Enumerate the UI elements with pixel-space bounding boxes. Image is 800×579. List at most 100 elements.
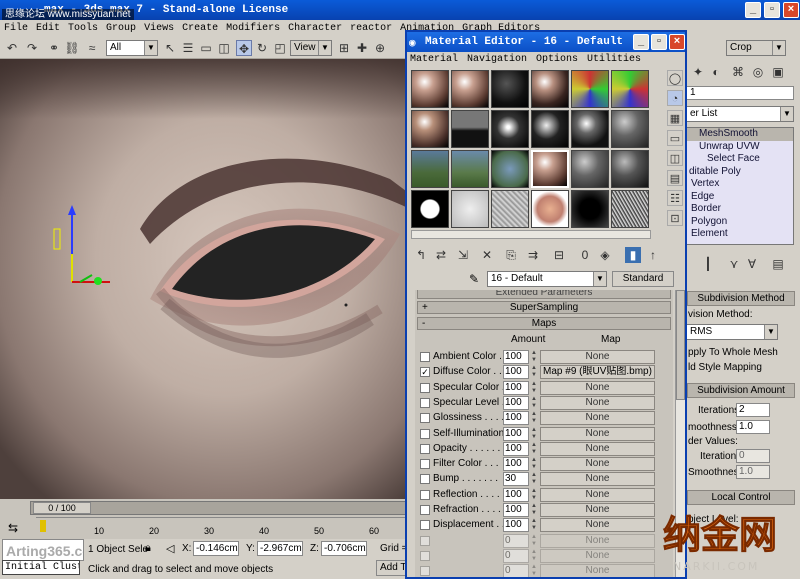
rotate-icon[interactable]: ↻ (254, 40, 270, 56)
material-sample-slot[interactable] (611, 70, 649, 108)
map-slot-button[interactable]: None (540, 487, 655, 502)
map-enable-checkbox[interactable] (420, 397, 430, 408)
map-amount-field[interactable]: 100 (503, 395, 529, 410)
maps-rollout[interactable]: - Maps (417, 317, 671, 330)
material-sample-slot[interactable] (531, 150, 569, 188)
map-amount-field[interactable]: 100 (503, 350, 529, 364)
subdivision-method-rollout[interactable]: Subdivision Method (687, 291, 795, 306)
scrollbar-thumb[interactable] (676, 290, 685, 400)
material-sample-slot[interactable] (611, 150, 649, 188)
show-end-result-icon[interactable]: ▮ (625, 247, 641, 263)
backlight-icon[interactable]: ◔ (667, 90, 683, 106)
map-amount-field[interactable]: 100 (503, 426, 529, 441)
modify-tab-icon[interactable]: ◐ (708, 64, 724, 80)
amount-spinner-icon[interactable]: ▲ ▼ (530, 488, 538, 502)
stack-item[interactable]: Vertex (687, 178, 793, 191)
make-unique-icon[interactable]: ∀ (744, 256, 760, 272)
map-slot-button[interactable]: None (540, 350, 655, 364)
map-amount-field[interactable]: 100 (503, 380, 529, 395)
close-button[interactable]: × (783, 2, 799, 18)
pick-material-icon[interactable]: ✎ (469, 272, 479, 286)
map-amount-field[interactable]: 100 (503, 487, 529, 502)
material-sample-slot[interactable] (571, 110, 609, 148)
map-amount-field[interactable]: 0 (503, 533, 529, 548)
map-slot-button[interactable]: None (540, 518, 655, 533)
pivot-icon[interactable]: ⊞ (336, 40, 352, 56)
motion-tab-icon[interactable]: ◎ (750, 64, 766, 80)
sample-slots-scrollbar[interactable] (411, 230, 651, 239)
stack-item[interactable]: Select Face (687, 153, 793, 166)
minimize-button[interactable]: _ (745, 2, 761, 18)
material-sample-slot[interactable] (611, 110, 649, 148)
menu-views[interactable]: Views (144, 23, 174, 34)
display-tab-icon[interactable]: ▣ (770, 64, 786, 80)
snap-icon[interactable]: ⊕ (372, 40, 388, 56)
y-coordinate-field[interactable]: -2.967cm (257, 541, 303, 556)
map-slot-button[interactable]: None (540, 472, 655, 487)
material-name-dropdown[interactable]: 16 - Default ▼ (487, 271, 607, 287)
menu-create[interactable]: Create (182, 23, 218, 34)
time-slider[interactable]: 0 / 100 (30, 501, 410, 515)
material-sample-slot[interactable] (451, 150, 489, 188)
material-sample-slot[interactable] (611, 190, 649, 228)
amount-spinner-icon[interactable]: ▲ ▼ (530, 411, 538, 425)
options-icon[interactable]: ☷ (667, 190, 683, 206)
selection-filter-dropdown[interactable]: All ▼ (106, 40, 158, 56)
map-enable-checkbox[interactable] (420, 443, 430, 454)
configure-sets-icon[interactable]: ▤ (770, 256, 786, 272)
copy-material-icon[interactable]: ⎘ (503, 247, 519, 263)
map-amount-field[interactable]: 100 (503, 365, 529, 380)
x-coordinate-field[interactable]: -0.146cm (193, 541, 239, 556)
undo-icon[interactable]: ↶ (4, 40, 20, 56)
ref-coord-dropdown[interactable]: View ▼ (290, 40, 332, 56)
amount-spinner-icon[interactable]: ▲ ▼ (530, 564, 538, 577)
render-smoothness-field[interactable]: 1.0 (736, 465, 770, 479)
time-ruler[interactable]: 10 20 30 40 50 60 (36, 517, 410, 536)
lock-icon[interactable]: 🔒︎ (145, 542, 151, 555)
map-amount-field[interactable]: 100 (503, 503, 529, 517)
stack-item[interactable]: Polygon (687, 216, 793, 229)
me-minimize-button[interactable]: _ (633, 34, 649, 50)
maxscript-listener-field[interactable]: Initial Clust (2, 560, 80, 575)
me-close-button[interactable]: × (669, 34, 685, 50)
select-by-name-icon[interactable]: ☰ (180, 40, 196, 56)
map-amount-field[interactable]: 30 (503, 472, 529, 487)
region-select-icon[interactable]: ▭ (198, 40, 214, 56)
object-name-field[interactable]: 1 (686, 86, 794, 100)
map-enable-checkbox[interactable] (420, 489, 430, 500)
material-sample-slot[interactable] (491, 70, 529, 108)
map-slot-button[interactable]: None (540, 441, 655, 456)
amount-spinner-icon[interactable]: ▲ ▼ (530, 442, 538, 456)
map-enable-checkbox[interactable] (420, 535, 430, 546)
map-enable-checkbox[interactable] (420, 566, 430, 577)
menu-group[interactable]: Group (106, 23, 136, 34)
map-enable-checkbox[interactable] (420, 428, 430, 439)
select-object-icon[interactable]: ↖ (162, 40, 178, 56)
map-amount-field[interactable]: 100 (503, 441, 529, 456)
stack-item[interactable]: Edge (687, 191, 793, 204)
menu-edit[interactable]: Edit (36, 23, 60, 34)
map-amount-field[interactable]: 0 (503, 564, 529, 577)
map-slot-button[interactable]: None (540, 564, 655, 577)
apply-whole-mesh-checkbox[interactable]: pply To Whole Mesh (688, 347, 778, 358)
amount-spinner-icon[interactable]: ▲ ▼ (530, 427, 538, 441)
supersampling-rollout[interactable]: + SuperSampling (417, 301, 671, 314)
uv-tiling-icon[interactable]: ▭ (667, 130, 683, 146)
video-color-check-icon[interactable]: ◫ (667, 150, 683, 166)
material-sample-slot[interactable] (571, 70, 609, 108)
amount-spinner-icon[interactable]: ▲ ▼ (530, 534, 538, 548)
map-enable-checkbox[interactable] (420, 505, 430, 515)
z-coordinate-field[interactable]: -0.706cm (321, 541, 367, 556)
material-sample-slot[interactable] (491, 190, 529, 228)
map-enable-checkbox[interactable] (420, 520, 430, 531)
map-amount-field[interactable]: 100 (503, 457, 529, 472)
map-enable-checkbox[interactable] (420, 459, 430, 470)
material-sample-slot[interactable] (571, 190, 609, 228)
scale-icon[interactable]: ◰ (272, 40, 288, 56)
amount-spinner-icon[interactable]: ▲ ▼ (530, 472, 538, 486)
subdivision-amount-rollout[interactable]: Subdivision Amount (687, 383, 795, 398)
stack-item[interactable]: MeshSmooth (687, 128, 793, 141)
amount-spinner-icon[interactable]: ▲ ▼ (530, 396, 538, 410)
map-slot-button[interactable]: None (540, 503, 655, 517)
get-material-icon[interactable]: ↰ (413, 247, 429, 263)
